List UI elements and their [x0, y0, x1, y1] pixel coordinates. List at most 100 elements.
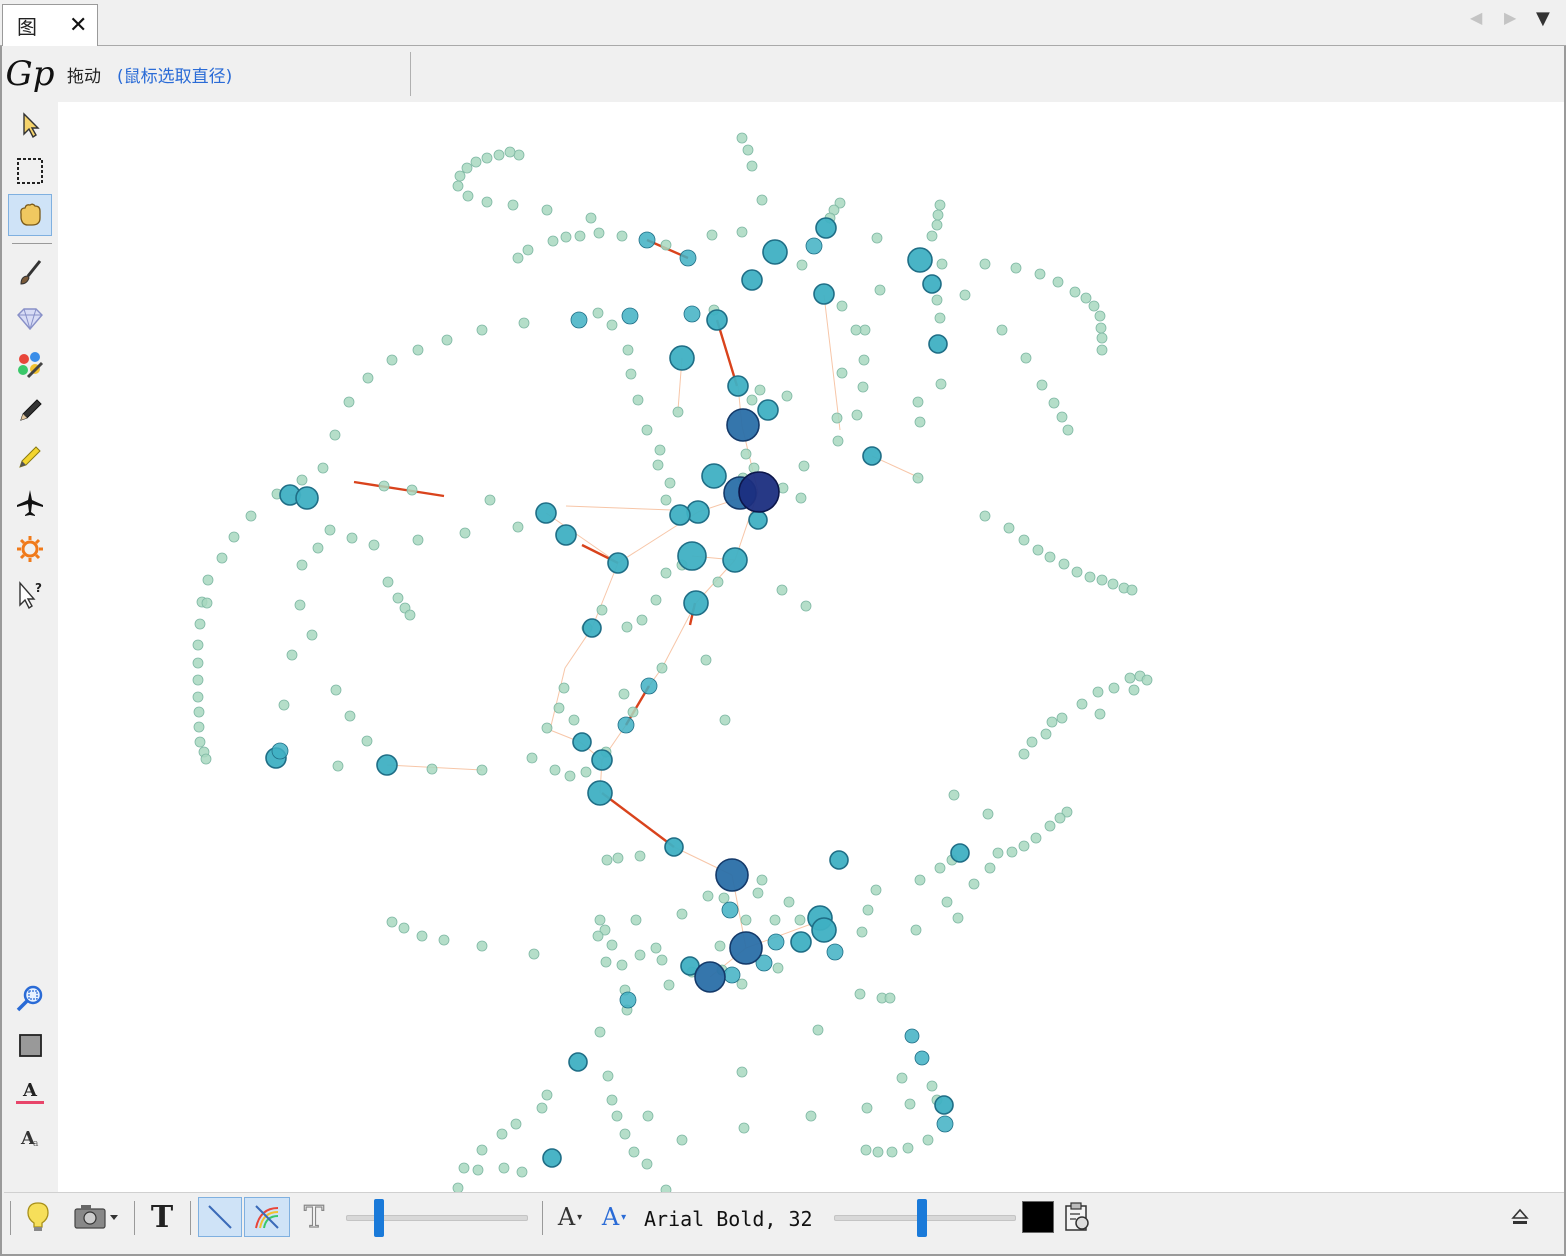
graph-node[interactable]	[549, 764, 561, 776]
graph-node[interactable]	[934, 312, 946, 324]
graph-node[interactable]	[726, 408, 760, 442]
graph-node[interactable]	[756, 874, 768, 886]
graph-node[interactable]	[858, 354, 870, 366]
graph-node[interactable]	[805, 237, 823, 255]
graph-node[interactable]	[202, 574, 214, 586]
graph-node[interactable]	[723, 966, 741, 984]
shortest-path-tool[interactable]	[8, 482, 52, 524]
graph-node[interactable]	[362, 372, 374, 384]
graph-node[interactable]	[742, 144, 754, 156]
graph-node[interactable]	[736, 226, 748, 238]
graph-node[interactable]	[618, 688, 630, 700]
graph-node[interactable]	[294, 599, 306, 611]
graph-node[interactable]	[452, 1182, 464, 1192]
graph-node[interactable]	[934, 1095, 954, 1115]
background-color-tool[interactable]	[8, 1024, 52, 1066]
graph-node[interactable]	[757, 399, 779, 421]
graph-node[interactable]	[904, 1028, 920, 1044]
graph-node[interactable]	[1018, 534, 1030, 546]
graph-node[interactable]	[616, 230, 628, 242]
graph-node[interactable]	[654, 444, 666, 456]
graph-node[interactable]	[329, 429, 341, 441]
graph-node[interactable]	[361, 735, 373, 747]
graph-node[interactable]	[702, 890, 714, 902]
graph-node[interactable]	[1010, 262, 1022, 274]
network-graph[interactable]	[58, 102, 1564, 1192]
graph-node[interactable]	[664, 837, 684, 857]
graph-node[interactable]	[935, 378, 947, 390]
graph-node[interactable]	[660, 1184, 672, 1192]
graph-node[interactable]	[536, 1102, 548, 1114]
graph-node[interactable]	[376, 754, 398, 776]
graph-node[interactable]	[504, 146, 516, 158]
graph-node[interactable]	[851, 409, 863, 421]
graph-node[interactable]	[874, 284, 886, 296]
graph-node[interactable]	[472, 1164, 484, 1176]
help-cursor-tool[interactable]: ?	[8, 574, 52, 616]
graph-node[interactable]	[794, 914, 806, 926]
graph-node[interactable]	[677, 541, 707, 571]
graph-node[interactable]	[1044, 820, 1056, 832]
graph-node[interactable]	[378, 480, 390, 492]
edge-color-button[interactable]	[244, 1197, 290, 1237]
graph-node[interactable]	[616, 959, 628, 971]
graph-node[interactable]	[568, 1052, 588, 1072]
graph-node[interactable]	[672, 406, 684, 418]
color-palette-tool[interactable]	[8, 344, 52, 386]
graph-node[interactable]	[1094, 310, 1106, 322]
graph-node[interactable]	[1107, 578, 1119, 590]
graph-node[interactable]	[752, 887, 764, 899]
graph-node[interactable]	[714, 940, 726, 952]
graph-node[interactable]	[484, 494, 496, 506]
graph-node[interactable]	[553, 702, 565, 714]
graph-node[interactable]	[914, 874, 926, 886]
graph-node[interactable]	[996, 324, 1008, 336]
graph-node[interactable]	[470, 156, 482, 168]
graph-node[interactable]	[1032, 544, 1044, 556]
graph-node[interactable]	[652, 459, 664, 471]
graph-node[interactable]	[634, 949, 646, 961]
graph-node[interactable]	[706, 229, 718, 241]
graph-node[interactable]	[650, 942, 662, 954]
graph-node[interactable]	[800, 600, 812, 612]
graph-node[interactable]	[664, 477, 676, 489]
graph-node[interactable]	[621, 307, 639, 325]
graph-node[interactable]	[959, 289, 971, 301]
drag-tool[interactable]	[8, 194, 52, 236]
label-color-tool[interactable]: A	[8, 1070, 52, 1112]
graph-node[interactable]	[886, 1146, 898, 1158]
graph-node[interactable]	[582, 618, 602, 638]
graph-node[interactable]	[454, 170, 466, 182]
graph-node[interactable]	[594, 914, 606, 926]
graph-node[interactable]	[854, 988, 866, 1000]
graph-node[interactable]	[701, 463, 727, 489]
graph-node[interactable]	[406, 484, 418, 496]
graph-node[interactable]	[862, 446, 882, 466]
graph-node[interactable]	[1006, 846, 1018, 858]
graph-node[interactable]	[496, 1128, 508, 1140]
graph-node[interactable]	[344, 710, 356, 722]
graph-node[interactable]	[694, 961, 726, 993]
graph-node[interactable]	[754, 384, 766, 396]
graph-node[interactable]	[640, 677, 658, 695]
graph-node[interactable]	[832, 435, 844, 447]
graph-node[interactable]	[762, 239, 788, 265]
graph-node[interactable]	[941, 896, 953, 908]
graph-node[interactable]	[912, 396, 924, 408]
graph-node[interactable]	[656, 954, 668, 966]
graph-node[interactable]	[1108, 682, 1120, 694]
graph-node[interactable]	[984, 862, 996, 874]
graph-node[interactable]	[979, 258, 991, 270]
graph-node[interactable]	[441, 334, 453, 346]
graph-node[interactable]	[476, 1144, 488, 1156]
graph-node[interactable]	[669, 504, 691, 526]
graph-node[interactable]	[587, 780, 613, 806]
graph-node[interactable]	[904, 1098, 916, 1110]
graph-node[interactable]	[718, 892, 730, 904]
graph-node[interactable]	[516, 1166, 528, 1178]
graph-node[interactable]	[572, 732, 592, 752]
heat-map-tool[interactable]	[8, 528, 52, 570]
graph-node[interactable]	[859, 324, 871, 336]
graph-node[interactable]	[1036, 379, 1048, 391]
graph-node[interactable]	[592, 307, 604, 319]
